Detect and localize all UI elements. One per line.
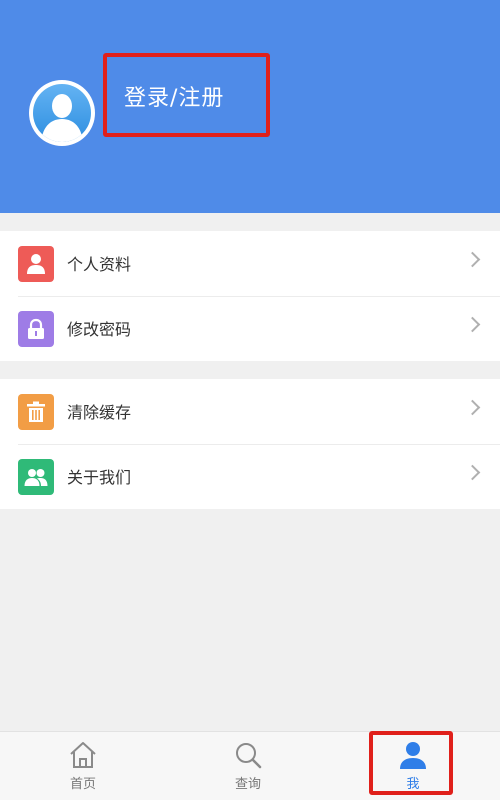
highlight-box-tab-me — [369, 731, 453, 795]
home-icon — [66, 739, 100, 771]
menu-item-profile[interactable]: 个人资料 — [0, 231, 500, 296]
menu-group-app: 清除缓存 关于我们 — [0, 379, 500, 509]
menu-item-label: 清除缓存 — [67, 403, 132, 422]
tab-home-label: 首页 — [69, 777, 96, 792]
chevron-right-icon — [464, 399, 481, 416]
chevron-right-icon — [464, 251, 481, 268]
menu-item-label: 关于我们 — [67, 468, 132, 487]
tab-search[interactable]: 查询 — [198, 732, 298, 800]
person-icon — [18, 246, 54, 282]
search-icon — [231, 739, 265, 771]
group-icon — [18, 459, 54, 495]
menu-item-change-password[interactable]: 修改密码 — [0, 296, 500, 361]
chevron-right-icon — [464, 464, 481, 481]
menu-item-label: 个人资料 — [67, 255, 132, 274]
trash-icon — [18, 394, 54, 430]
menu-item-label: 修改密码 — [67, 320, 132, 339]
menu-group-account: 个人资料 修改密码 — [0, 231, 500, 361]
default-avatar-icon — [33, 84, 91, 142]
menu-item-clear-cache[interactable]: 清除缓存 — [0, 379, 500, 444]
highlight-box-login — [103, 53, 270, 137]
tab-home[interactable]: 首页 — [33, 732, 133, 800]
tab-search-label: 查询 — [234, 777, 261, 792]
avatar[interactable] — [29, 80, 95, 146]
menu-item-about-us[interactable]: 关于我们 — [0, 444, 500, 509]
lock-icon — [18, 311, 54, 347]
chevron-right-icon — [464, 316, 481, 333]
